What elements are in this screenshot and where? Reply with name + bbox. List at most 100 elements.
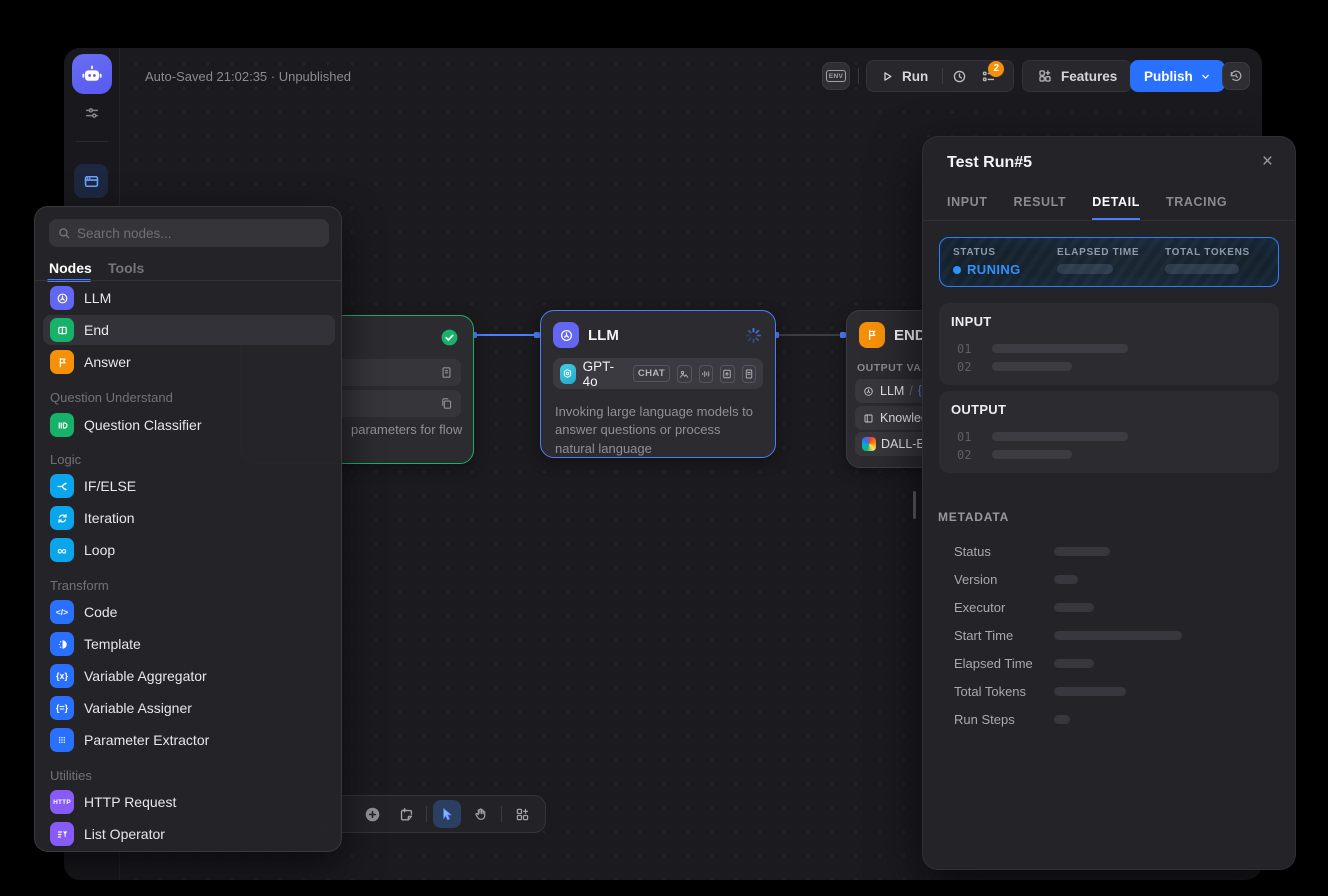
tab-detail[interactable]: DETAIL [1092,185,1140,220]
pointer-mode-button[interactable] [433,800,461,828]
run-history-button[interactable] [951,68,968,85]
llm-model-row[interactable]: GPT-4o CHAT [553,358,763,389]
topbar-divider [858,68,859,84]
autosave-status: Auto-Saved 21:02:35 · Unpublished [145,69,351,84]
node-item-answer[interactable]: Answer [43,347,335,377]
env-button[interactable]: ENV [822,62,850,90]
features-icon [1037,68,1053,84]
node-item-http-request[interactable]: HTTP HTTP Request [43,787,335,817]
node-success-icon [440,328,459,347]
output-var-name: DALL-E [881,437,925,451]
node-item-list-operator[interactable]: List Operator [43,819,335,849]
llm-node-title: LLM [588,327,619,344]
node-item-label: Loop [84,542,115,558]
node-item-llm[interactable]: LLM [43,283,335,313]
field-text-icon [439,365,454,380]
row-index: 02 [957,360,971,374]
run-button[interactable]: Run [880,69,928,84]
start-node-description: parameters for flow [351,421,469,439]
workflow-settings-button[interactable] [75,96,109,130]
http-request-icon: HTTP [50,790,74,814]
node-item-label: Code [84,604,117,620]
node-search-panel: Nodes Tools LLM End Answer Question Unde… [34,206,342,852]
node-item-parameter-extractor[interactable]: Parameter Extractor [43,725,335,755]
node-item-label: IF/ELSE [84,478,136,494]
node-item-template[interactable]: Template [43,629,335,659]
publish-button[interactable]: Publish [1130,60,1225,92]
preview-window-button[interactable] [74,164,108,198]
window-icon [82,172,101,191]
skeleton-bar [992,432,1128,441]
metadata-row: Run Steps [923,705,1295,733]
metadata-label: Status [954,544,991,559]
hand-icon [473,806,489,822]
features-button[interactable]: Features [1022,60,1132,92]
node-item-loop[interactable]: ∞ Loop [43,535,335,565]
output-var-name: Knowled [880,411,928,425]
run-status-card: STATUS ELAPSED TIME TOTAL TOKENS RUNING [939,237,1279,287]
end-icon [50,318,74,342]
chat-mode-badge: CHAT [633,365,670,382]
node-item-question-classifier[interactable]: Question Classifier [43,410,335,440]
output-card-title: OUTPUT [951,402,1006,417]
node-item-variable-aggregator[interactable]: {x} Variable Aggregator [43,661,335,691]
vision-capability-icon [677,365,691,383]
field-copy-icon [439,396,454,411]
llm-model-name: GPT-4o [583,359,619,389]
metadata-title: METADATA [938,510,1009,524]
output-var-name: LLM [880,384,904,398]
node-item-iteration[interactable]: Iteration [43,503,335,533]
running-dot-icon [953,266,961,274]
knowledge-ref-icon [862,412,875,425]
if-else-icon [50,474,74,498]
llm-ref-icon [862,385,875,398]
end-node-header: END [859,322,926,348]
tab-tools[interactable]: Tools [108,260,144,276]
checklist-button[interactable]: 2 [980,68,997,85]
metadata-row: Start Time [923,621,1295,649]
llm-node-icon [553,322,579,348]
add-note-button[interactable] [392,800,420,828]
run-group-divider [942,68,943,84]
node-item-variable-assigner[interactable]: {=} Variable Assigner [43,693,335,723]
llm-node[interactable]: LLM GPT-4o CHAT [540,310,776,458]
iteration-icon [50,506,74,530]
node-item-label: Question Classifier [84,417,202,433]
version-history-button[interactable] [1222,62,1250,90]
tab-tracing[interactable]: TRACING [1166,185,1227,220]
skeleton-bar [1054,631,1182,640]
tab-nodes[interactable]: Nodes [49,260,92,276]
panel-resize-handle[interactable] [913,491,916,519]
question-classifier-icon [50,413,74,437]
elapsed-time-label: ELAPSED TIME [1057,247,1139,258]
audio-capability-icon [699,365,713,383]
parameter-extractor-icon [50,728,74,752]
run-button-label: Run [902,69,928,84]
node-item-label: Variable Assigner [84,700,192,716]
search-input[interactable] [77,226,321,241]
node-item-if-else[interactable]: IF/ELSE [43,471,335,501]
publish-button-label: Publish [1144,69,1193,84]
template-icon [50,632,74,656]
file-capability-icon [742,365,756,383]
node-item-end[interactable]: End [43,315,335,345]
canvas-toolbar [320,795,546,833]
status-text: RUNING [967,262,1021,277]
tab-input[interactable]: INPUT [947,185,988,220]
skeleton-bar [1054,547,1110,556]
input-card-title: INPUT [951,314,992,329]
organize-nodes-button[interactable] [508,800,536,828]
metadata-row: Total Tokens [923,677,1295,705]
node-item-label: Variable Aggregator [84,668,207,684]
app-logo-robot-icon[interactable] [72,54,112,94]
add-node-button[interactable] [358,800,386,828]
node-item-label: List Operator [84,826,165,842]
tab-result[interactable]: RESULT [1014,185,1067,220]
run-group: Run 2 [866,60,1014,92]
status-value: RUNING [953,262,1021,277]
close-icon[interactable]: × [1262,151,1273,173]
section-header: Transform [50,578,109,593]
metadata-row: Status [923,537,1295,565]
hand-mode-button[interactable] [467,800,495,828]
node-item-code[interactable]: </> Code [43,597,335,627]
